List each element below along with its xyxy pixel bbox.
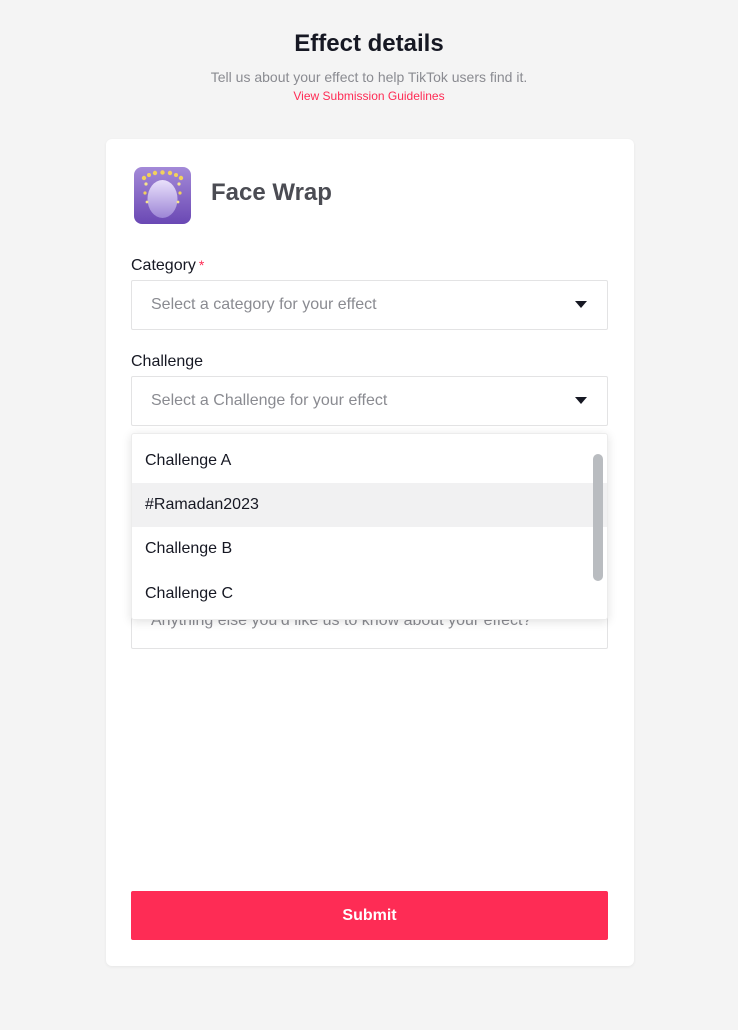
submit-button[interactable]: Submit — [131, 891, 608, 940]
page-title: Effect details — [294, 30, 444, 57]
challenge-option[interactable]: Challenge C — [132, 572, 607, 616]
challenge-label: Challenge — [131, 353, 204, 370]
challenge-select[interactable]: Select a Challenge for your effect — [131, 376, 608, 426]
category-select[interactable]: Select a category for your effect — [131, 280, 608, 330]
category-select-placeholder: Select a category for your effect — [151, 296, 377, 313]
chevron-down-icon — [575, 397, 587, 404]
challenge-dropdown-menu: Challenge A #Ramadan2023 Challenge B Cha… — [131, 433, 608, 620]
effect-name: Face Wrap — [211, 179, 332, 206]
page-subtitle: Tell us about your effect to help TikTok… — [210, 69, 528, 85]
submission-guidelines-link[interactable]: View Submission Guidelines — [0, 89, 738, 103]
effect-thumbnail-icon — [134, 167, 191, 224]
required-indicator: * — [198, 257, 205, 273]
category-label: Category * — [131, 257, 204, 275]
challenge-option[interactable]: #Ramadan2023 — [132, 483, 607, 527]
challenge-select-placeholder: Select a Challenge for your effect — [151, 392, 388, 409]
category-label-text: Category — [131, 257, 196, 274]
challenge-option[interactable]: Challenge B — [132, 527, 607, 571]
chevron-down-icon — [575, 301, 587, 308]
challenge-option[interactable]: Challenge A — [132, 439, 607, 483]
dropdown-scrollbar[interactable] — [593, 454, 603, 581]
